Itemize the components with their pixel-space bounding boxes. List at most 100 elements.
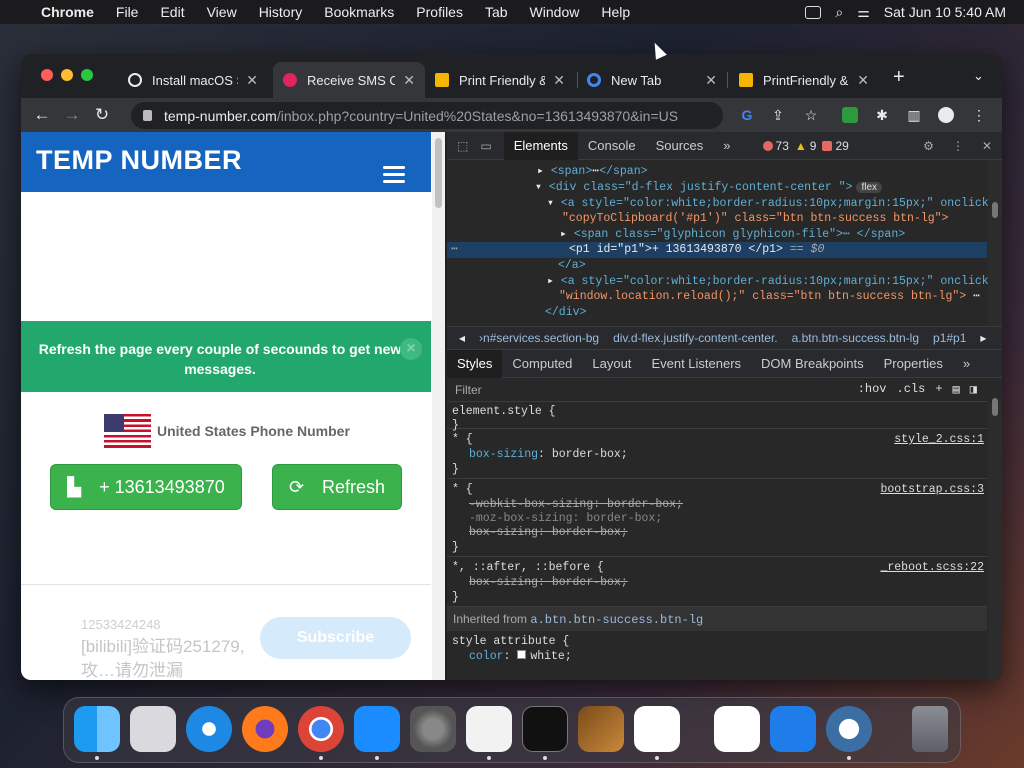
menu-help[interactable]: Help [590,4,641,20]
breadcrumb-item[interactable]: a.btn.btn-success.btn-lg [792,331,919,345]
devtools-menu-icon[interactable]: ⋮ [944,139,972,153]
close-tab-icon[interactable]: ✕ [857,72,869,89]
scrollbar-thumb[interactable] [992,398,998,416]
warnings-badge[interactable]: ▲ 9 [795,139,817,153]
styles-scrollbar[interactable] [988,398,1002,680]
menu-edit[interactable]: Edit [149,4,195,20]
scrollbar-thumb[interactable] [992,202,998,218]
hov-toggle[interactable]: :hov [858,382,887,397]
device-toolbar-icon[interactable]: ▭ [476,139,503,153]
bookmark-star-icon[interactable]: ☆ [803,107,819,123]
css-declaration[interactable]: box-sizing: border-box; [469,526,628,540]
new-rule-plus-icon[interactable]: + [935,382,942,397]
paint-brush-icon[interactable]: ▤ [953,382,960,397]
more-tabs-icon[interactable]: » [713,132,740,160]
tab-properties[interactable]: Properties [874,350,953,378]
css-declaration[interactable]: box-sizing: border-box; [469,576,628,590]
close-window-button[interactable] [41,69,53,81]
close-tab-icon[interactable]: ✕ [705,72,717,89]
rule-source-link[interactable]: _reboot.scss:22 [880,561,984,574]
close-tab-icon[interactable]: ✕ [553,72,565,89]
keynote-icon[interactable] [770,706,816,752]
app-store-icon[interactable] [354,706,400,752]
refresh-button[interactable]: ⟳ Refresh [272,464,402,510]
launchpad-icon[interactable] [130,706,176,752]
tab-print-friendly[interactable]: Print Friendly & ✕ [425,62,575,98]
dom-line[interactable]: "window.location.reload();" class="btn b… [559,289,980,305]
instruments-icon[interactable] [578,706,624,752]
minimize-window-button[interactable] [61,69,73,81]
tab-elements[interactable]: Elements [503,131,578,160]
dom-line[interactable]: </a> [558,258,586,274]
scrollbar-thumb[interactable] [435,138,442,208]
zoom-window-button[interactable] [81,69,93,81]
hamburger-menu-icon[interactable] [383,166,405,187]
vscode-icon[interactable] [634,706,680,752]
row-options-icon[interactable]: ⋯ [451,242,458,258]
alert-close-icon[interactable]: × [400,338,422,360]
dom-line[interactable]: ▾ <div class="d-flex justify-content-cen… [535,180,883,196]
menu-window[interactable]: Window [519,4,591,20]
tab-receive-sms[interactable]: Receive SMS O ✕ [273,62,425,98]
google-lens-icon[interactable]: G [739,107,755,123]
tab-computed[interactable]: Computed [502,350,582,378]
dom-line[interactable]: ▸ <a style="color:white;border-radius:10… [547,274,996,290]
reload-button[interactable]: ↻ [87,105,117,125]
tab-printfriendly[interactable]: PrintFriendly & ✕ [729,62,879,98]
flex-badge[interactable]: flex [856,182,883,193]
tab-event-listeners[interactable]: Event Listeners [641,350,751,378]
css-property[interactable]: color [469,650,504,663]
filter-input[interactable]: Filter [455,383,482,397]
breadcrumb-item[interactable]: div.d-flex.justify-content-center. [613,331,778,345]
menu-file[interactable]: File [105,4,150,20]
dom-line[interactable]: "copyToClipboard('#p1')" class="btn btn-… [562,211,948,227]
firefox-icon[interactable] [242,706,288,752]
control-center-icon[interactable]: ⚌ [857,4,870,21]
dom-line[interactable]: ▾ <a style="color:white;border-radius:10… [547,196,996,212]
quicktime-icon[interactable] [826,706,872,752]
dom-line[interactable]: </div> [545,305,586,321]
safari-icon[interactable] [186,706,232,752]
tab-sources[interactable]: Sources [646,132,714,160]
lock-icon[interactable] [143,110,152,121]
ellipsis-icon[interactable]: ⋯ [973,290,980,303]
chrome-icon[interactable] [298,706,344,752]
close-tab-icon[interactable]: ✕ [246,72,258,89]
css-value[interactable]: white; [530,650,571,663]
extension-icon[interactable] [842,107,858,123]
forward-button[interactable]: → [57,105,87,125]
finder-icon[interactable] [74,706,120,752]
menu-app-name[interactable]: Chrome [30,4,105,20]
close-devtools-icon[interactable]: ✕ [972,139,1002,153]
inspect-element-icon[interactable]: ⬚ [447,139,476,153]
screen-mirroring-icon[interactable] [805,5,822,19]
extensions-puzzle-icon[interactable]: ✱ [874,107,890,123]
dom-line[interactable]: ▸ <span class="glyphicon glyphicon-file"… [560,227,905,243]
menu-clock[interactable]: Sat Jun 10 5:40 AM [884,4,1006,20]
address-bar[interactable]: temp-number.com /inbox.php?country=Unite… [131,102,723,129]
back-button[interactable]: ← [27,105,57,125]
visual-studio-icon[interactable] [714,706,760,752]
rule-source-link[interactable]: style_2.css:1 [894,433,984,446]
inherited-selector[interactable]: a.btn.btn-success.btn-lg [530,613,703,627]
cls-toggle[interactable]: .cls [897,382,926,397]
terminal-icon[interactable] [522,706,568,752]
tab-layout[interactable]: Layout [582,350,641,378]
menu-tab[interactable]: Tab [474,4,519,20]
tab-dom-breakpoints[interactable]: DOM Breakpoints [751,350,874,378]
css-property[interactable]: box-sizing [469,448,538,461]
trash-icon[interactable] [912,706,948,752]
rule-selector[interactable]: element.style { [452,405,556,419]
issues-badge[interactable]: 29 [822,139,849,153]
errors-badge[interactable]: 73 [762,139,789,153]
subscribe-button[interactable]: Subscribe [260,617,411,659]
menu-view[interactable]: View [196,4,248,20]
tab-search-chevron-icon[interactable]: ⌄ [973,68,984,84]
close-tab-icon[interactable]: ✕ [403,72,415,89]
rule-selector[interactable]: * { [452,483,473,497]
profile-avatar-icon[interactable] [938,107,954,123]
breadcrumb-item[interactable]: p1#p1 [933,331,966,345]
system-preferences-icon[interactable] [410,706,456,752]
tab-styles[interactable]: Styles [447,349,503,378]
rule-selector[interactable]: * { [452,433,473,447]
